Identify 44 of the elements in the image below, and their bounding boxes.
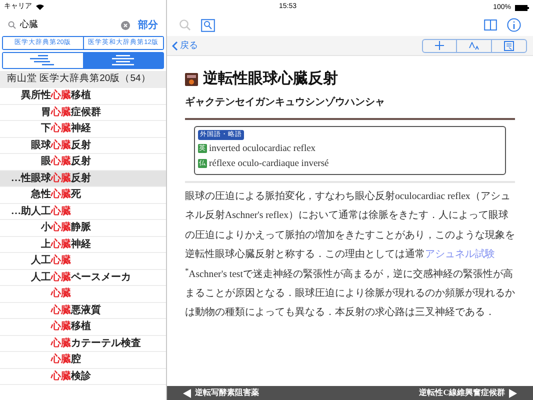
result-item[interactable]: 人工心臓ペースメーカ (0, 270, 166, 286)
result-item[interactable]: 心臓検診 (0, 368, 166, 385)
result-item[interactable]: 眼心臓反射 (0, 154, 166, 170)
entry-title: 逆転性眼球心臓反射 (203, 69, 338, 89)
result-item[interactable]: 上心臓神経 (0, 236, 166, 253)
search-mode-button[interactable]: 部分 (138, 18, 158, 32)
result-item[interactable]: 小心臓静脈 (0, 220, 166, 236)
next-entry-button[interactable]: 逆転性C線維興奮症候群 (419, 387, 517, 399)
results-header: 南山堂 医学大辞典第20版（54） (0, 71, 166, 88)
search-field[interactable]: 心臓 (20, 18, 117, 32)
search-icon (8, 21, 16, 29)
entry-reading: ギャクテンセイガンキュウシンゾウハンシャ (185, 96, 386, 110)
foreign-term: réflexe oculo-cardiaque inversé (209, 158, 329, 171)
dictionary-icon (185, 72, 198, 86)
result-item[interactable]: 急性心臓死 (0, 187, 166, 204)
note-icon (504, 40, 514, 50)
result-item[interactable]: 心臓カテーテル検査 (0, 336, 166, 352)
result-item[interactable]: 心臓悪液質 (0, 302, 166, 319)
back-button[interactable]: 戻る (172, 38, 198, 52)
plus-icon (435, 41, 444, 50)
result-item[interactable]: …助人工心臓 (0, 204, 166, 220)
book-icon[interactable] (484, 19, 497, 31)
battery-icon (515, 5, 529, 12)
result-item[interactable]: 眼球心臓反射 (0, 138, 166, 154)
next-arrow-icon (509, 388, 517, 398)
previous-entry-button[interactable]: 逆転写酵素阻害薬 (183, 387, 259, 399)
info-icon[interactable] (507, 18, 521, 32)
result-item[interactable]: 心臓 (0, 286, 166, 302)
back-chevron-icon (172, 40, 178, 50)
previous-arrow-icon (183, 388, 191, 398)
entry-body-text: 眼球の圧迫による脈拍変化，すなわち眼心反射oculocardiac reflex（アシュネル反射Aschner's reflex）において通常は徐脈をきたす．人によって眼球の圧迫によりかえって脈拍の増加をきたすことがあり，このような現象を逆転性眼球心臓反射と称する．この理由としては通常 アシュネル試験 $^{*}$Aschner's testで迷走神経の緊張性が高まるが，逆に交感神経の緊張性が高まることが原因となる．眼球圧迫により徐脈が現れるのか頻脈が現れるかは動物の種類によっても異なる．本反射の求心路は三叉神経である． (185, 190, 515, 320)
result-item[interactable]: 心臓移植 (0, 319, 166, 336)
wifi-icon (36, 4, 44, 10)
result-item[interactable]: 人工心臓 (0, 253, 166, 270)
result-item[interactable]: 胃心臓症候群 (0, 104, 166, 121)
clear-icon[interactable] (121, 20, 130, 30)
foreign-term: inverted oculocardiac reflex (209, 142, 316, 156)
result-item[interactable]: 下心臓神経 (0, 121, 166, 138)
font-size-icon (469, 42, 479, 50)
result-item[interactable]: …性眼球心臓反射 (0, 170, 166, 187)
view-mode-tab[interactable] (83, 53, 163, 68)
result-item[interactable]: 異所性心臓移植 (0, 88, 166, 104)
image-search-icon[interactable] (201, 18, 215, 32)
result-item[interactable]: 心臓腔 (0, 352, 166, 368)
